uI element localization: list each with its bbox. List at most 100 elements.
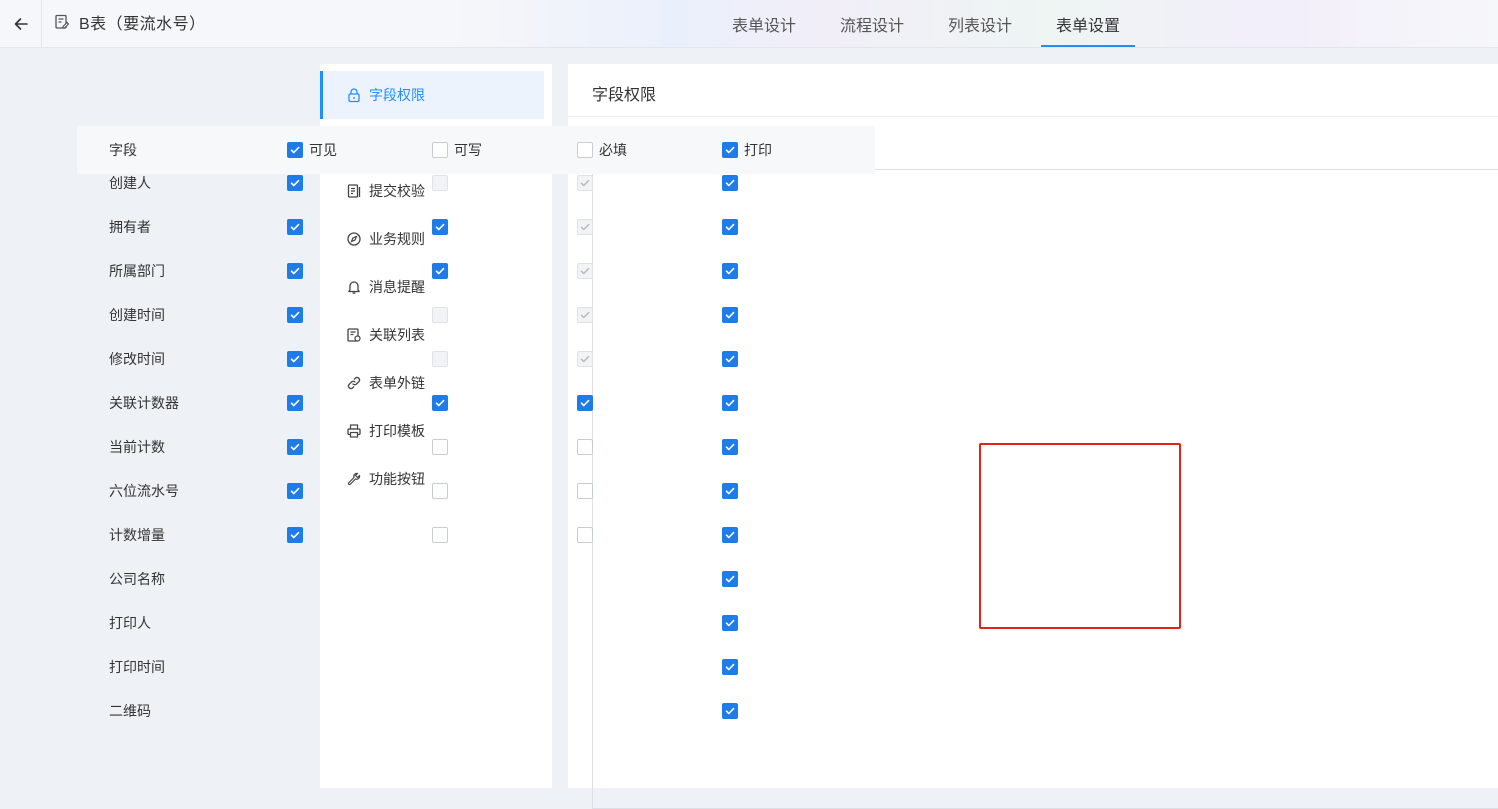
writable-checkbox[interactable] <box>432 483 448 499</box>
print-checkbox[interactable] <box>722 659 738 675</box>
print-checkbox[interactable] <box>722 395 738 411</box>
writable-checkbox[interactable] <box>432 263 448 279</box>
panel-title: 字段权限 <box>592 87 657 104</box>
writable-cell <box>432 307 448 323</box>
back-button[interactable] <box>0 0 42 47</box>
field-name: 二维码 <box>109 703 151 719</box>
print-checkbox[interactable] <box>722 307 738 323</box>
writable-checkbox <box>432 307 448 323</box>
header-print-checkbox[interactable] <box>722 142 738 158</box>
print-cell <box>722 439 738 455</box>
print-checkbox[interactable] <box>722 439 738 455</box>
writable-cell <box>432 219 448 235</box>
print-checkbox[interactable] <box>722 219 738 235</box>
table-row: 当前计数 <box>77 425 875 469</box>
required-checkbox[interactable] <box>577 395 593 411</box>
print-checkbox[interactable] <box>722 527 738 543</box>
field-name: 六位流水号 <box>109 483 179 499</box>
required-checkbox <box>577 219 593 235</box>
visible-cell <box>287 307 303 323</box>
required-checkbox <box>577 263 593 279</box>
required-cell <box>577 351 593 367</box>
field-name: 拥有者 <box>109 219 151 235</box>
menu-item-label: 字段权限 <box>369 87 425 103</box>
required-checkbox <box>577 351 593 367</box>
visible-checkbox[interactable] <box>287 439 303 455</box>
print-checkbox[interactable] <box>722 571 738 587</box>
table-row: 二维码 <box>77 689 875 733</box>
nav-tab-3[interactable]: 列表设计 <box>933 0 1027 47</box>
header-writable[interactable]: 可写 <box>432 140 482 160</box>
writable-checkbox[interactable] <box>432 439 448 455</box>
visible-checkbox[interactable] <box>287 307 303 323</box>
table-row: 六位流水号 <box>77 469 875 513</box>
table-row: 公司名称 <box>77 557 875 601</box>
print-cell <box>722 351 738 367</box>
required-cell <box>577 483 593 499</box>
writable-checkbox[interactable] <box>432 395 448 411</box>
table-row: 创建时间 <box>77 293 875 337</box>
visible-cell <box>287 263 303 279</box>
print-checkbox[interactable] <box>722 263 738 279</box>
print-checkbox[interactable] <box>722 351 738 367</box>
required-checkbox[interactable] <box>577 439 593 455</box>
header-required[interactable]: 必填 <box>577 140 627 160</box>
required-cell <box>577 439 593 455</box>
nav-tab-2[interactable]: 流程设计 <box>825 0 919 47</box>
print-checkbox[interactable] <box>722 615 738 631</box>
required-checkbox <box>577 175 593 191</box>
print-cell <box>722 527 738 543</box>
field-name: 打印人 <box>109 615 151 631</box>
required-cell <box>577 263 593 279</box>
permission-table: 字段 可见 可写 必填 打印 创建人 拥有者 所属部门 创建时间 修改时间 关联计数器 当前计数六… <box>77 126 875 733</box>
print-checkbox[interactable] <box>722 703 738 719</box>
header-visible-label: 可见 <box>309 142 337 158</box>
header-print[interactable]: 打印 <box>722 140 772 160</box>
required-cell <box>577 395 593 411</box>
print-checkbox[interactable] <box>722 175 738 191</box>
visible-checkbox[interactable] <box>287 175 303 191</box>
visible-cell <box>287 483 303 499</box>
print-cell <box>722 659 738 675</box>
print-cell <box>722 395 738 411</box>
header-required-label: 必填 <box>599 142 627 158</box>
visible-checkbox[interactable] <box>287 263 303 279</box>
required-checkbox <box>577 307 593 323</box>
writable-checkbox <box>432 351 448 367</box>
nav-tab-1[interactable]: 表单设计 <box>717 0 811 47</box>
writable-checkbox[interactable] <box>432 219 448 235</box>
visible-checkbox[interactable] <box>287 483 303 499</box>
writable-checkbox[interactable] <box>432 527 448 543</box>
writable-checkbox <box>432 175 448 191</box>
visible-cell <box>287 351 303 367</box>
table-row: 打印时间 <box>77 645 875 689</box>
visible-checkbox[interactable] <box>287 351 303 367</box>
nav-tab-4[interactable]: 表单设置 <box>1041 0 1136 47</box>
field-name: 修改时间 <box>109 351 165 367</box>
required-cell <box>577 527 593 543</box>
visible-checkbox[interactable] <box>287 395 303 411</box>
print-cell <box>722 571 738 587</box>
required-checkbox[interactable] <box>577 483 593 499</box>
menu-item-1[interactable]: 字段权限 <box>320 71 544 119</box>
print-checkbox[interactable] <box>722 483 738 499</box>
header-visible-checkbox[interactable] <box>287 142 303 158</box>
required-checkbox[interactable] <box>577 527 593 543</box>
field-name: 打印时间 <box>109 659 165 675</box>
writable-cell <box>432 439 448 455</box>
arrow-left-icon <box>14 17 28 30</box>
top-nav: 表单设计 流程设计 列表设计 表单设置 <box>717 0 1149 47</box>
print-cell <box>722 483 738 499</box>
field-name: 创建人 <box>109 175 151 191</box>
print-cell <box>722 219 738 235</box>
visible-checkbox[interactable] <box>287 527 303 543</box>
visible-cell <box>287 439 303 455</box>
visible-checkbox[interactable] <box>287 219 303 235</box>
header-writable-checkbox[interactable] <box>432 142 448 158</box>
header-required-checkbox[interactable] <box>577 142 593 158</box>
header-visible[interactable]: 可见 <box>287 140 337 160</box>
field-name: 公司名称 <box>109 571 165 587</box>
table-row: 创建人 <box>77 161 875 205</box>
field-name: 创建时间 <box>109 307 165 323</box>
required-cell <box>577 307 593 323</box>
